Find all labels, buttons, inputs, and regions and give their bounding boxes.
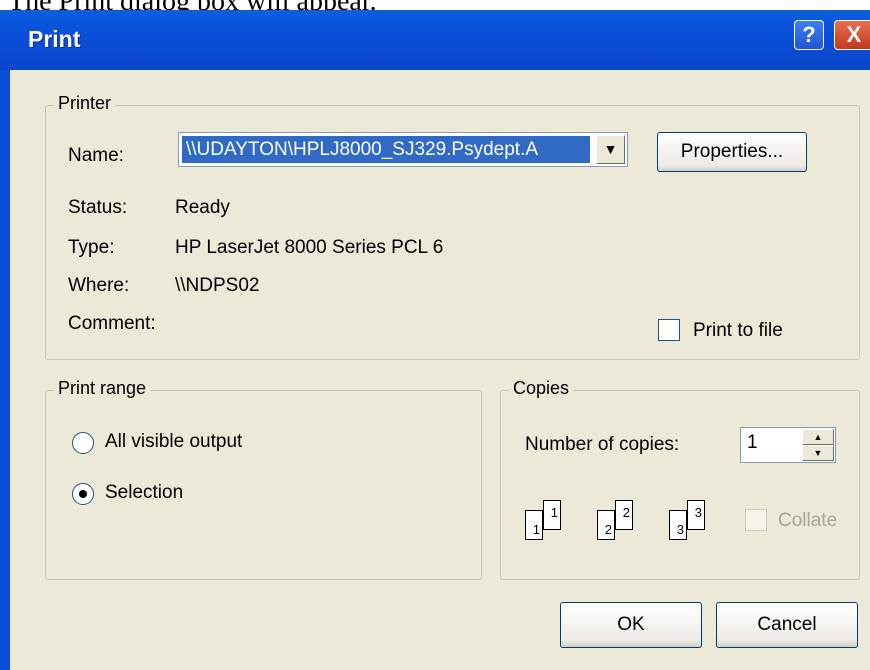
name-label: Name: [68,145,124,166]
copies-value[interactable]: 1 [747,432,758,454]
selection-radio[interactable] [72,483,94,505]
page-icon: 1 [543,500,561,530]
collate-label[interactable]: Collate [778,510,837,532]
copies-spinner[interactable]: 1 ▲ ▼ [740,427,836,463]
where-label: Where: [68,275,130,296]
type-label: Type: [68,237,115,258]
ok-button[interactable]: OK [560,602,702,648]
print-to-file-label[interactable]: Print to file [693,320,783,342]
collate-checkbox[interactable] [745,509,767,531]
title-bar[interactable]: Print ? X [0,10,870,70]
status-value: Ready [175,197,230,218]
where-value: \\NDPS02 [175,275,260,296]
help-button[interactable]: ? [794,20,824,50]
printer-group-label: Printer [54,93,116,114]
cancel-button[interactable]: Cancel [716,602,858,648]
arrow-up-icon[interactable]: ▲ [802,429,834,445]
status-label: Status: [68,197,128,218]
dialog-title: Print [28,26,81,52]
print-to-file-checkbox[interactable] [658,319,680,341]
selection-label[interactable]: Selection [105,482,183,504]
page-icon: 3 [669,510,687,540]
all-visible-output-radio[interactable] [72,432,94,454]
comment-label: Comment: [68,313,156,334]
properties-button[interactable]: Properties... [657,132,807,172]
page-icon: 1 [525,510,543,540]
all-visible-output-label[interactable]: All visible output [105,431,242,453]
dialog-body: Printer Name: \\UDAYTON\HPLJ8000_SJ329.P… [10,70,870,670]
close-button[interactable]: X [834,20,870,50]
printer-name-value: \\UDAYTON\HPLJ8000_SJ329.Psydept.A [182,136,590,163]
printer-name-dropdown[interactable]: \\UDAYTON\HPLJ8000_SJ329.Psydept.A ▼ [178,132,628,167]
type-value: HP LaserJet 8000 Series PCL 6 [175,237,444,258]
number-of-copies-label: Number of copies: [525,434,680,455]
arrow-down-icon[interactable]: ▼ [802,445,834,461]
copies-group: Copies [500,378,860,580]
page-icon: 3 [687,500,705,530]
copies-group-label: Copies [509,378,574,399]
print-range-group-label: Print range [54,378,151,399]
page-icon: 2 [615,500,633,530]
print-dialog: Print ? X Printer Name: \\UDAYTON\HPLJ80… [0,10,870,670]
chevron-down-icon[interactable]: ▼ [596,135,625,164]
page-icon: 2 [597,510,615,540]
